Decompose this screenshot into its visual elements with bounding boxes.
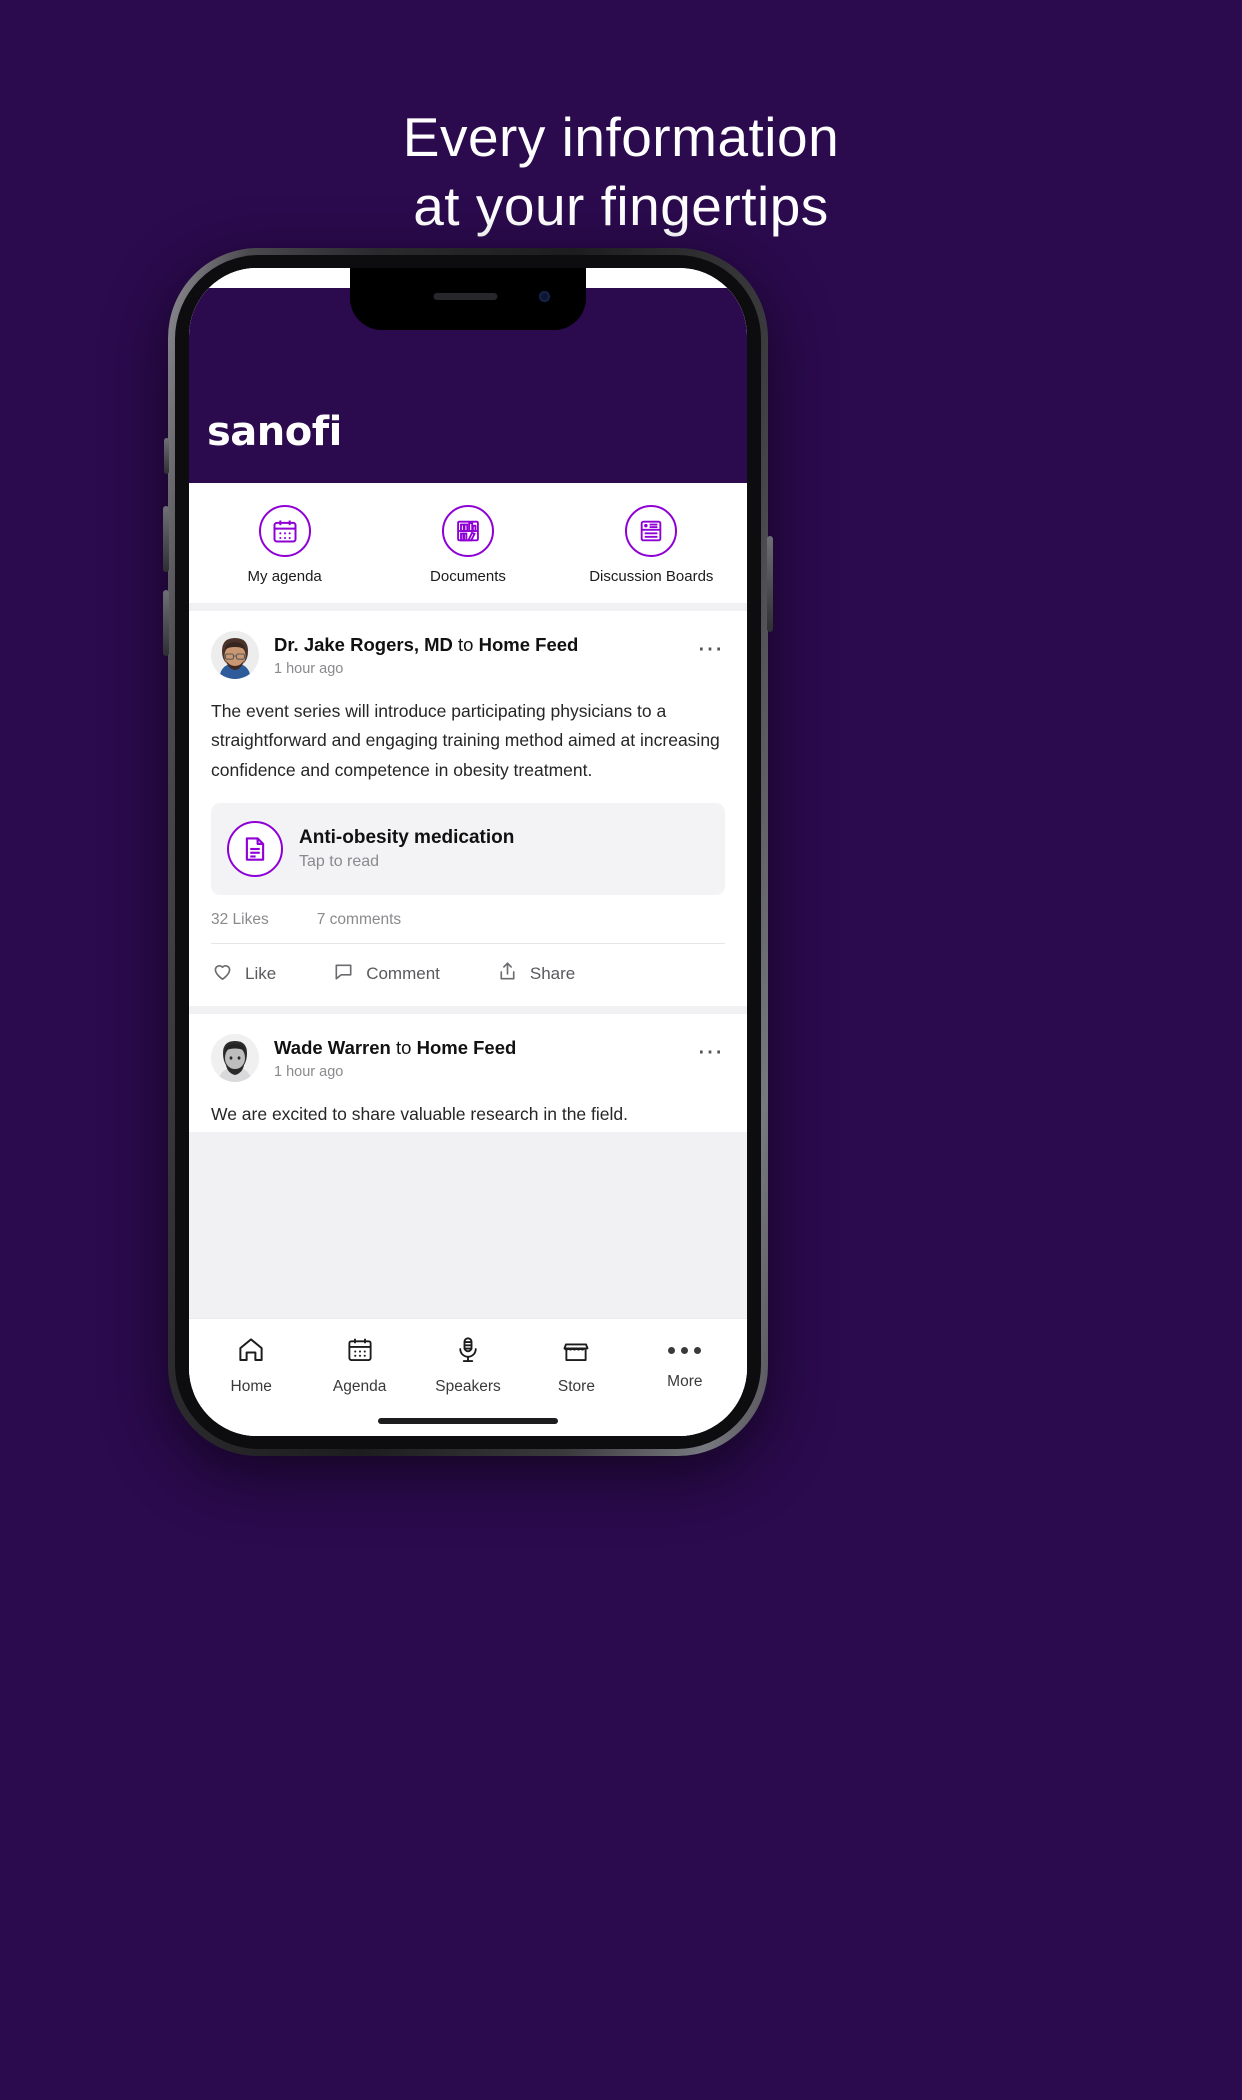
nav-label: Store [557,1378,595,1395]
discussion-board-icon [625,505,678,557]
feed-post: Dr. Jake Rogers, MD to Home Feed 1 hour … [189,611,747,1007]
attachment-title: Anti-obesity medication [299,827,515,849]
post-body: We are excited to share valuable researc… [211,1104,628,1125]
post-target: Home Feed [478,634,579,655]
post-header: Dr. Jake Rogers, MD to Home Feed 1 hour … [189,611,747,685]
share-label: Share [529,964,576,984]
sanofi-logo: sanofi [207,409,342,455]
post-author-name: Dr. Jake Rogers, MD [274,634,453,655]
volume-up-button[interactable] [163,506,169,572]
calendar-icon [345,1335,375,1370]
feed-post: Wade Warren to Home Feed 1 hour ago ⋯ We… [189,1014,747,1132]
nav-label: More [667,1373,703,1390]
post-author-line: Dr. Jake Rogers, MD to Home Feed [274,633,697,656]
home-bar [378,1418,558,1424]
post-engagement-counts: 32 Likes 7 comments [189,895,747,943]
home-indicator[interactable] [189,1406,747,1436]
heart-icon [211,960,234,988]
quick-actions-bar: My agenda Documents Discussion Boards [189,483,747,603]
like-label: Like [245,964,277,984]
ellipsis-icon[interactable]: ⋯ [697,1034,725,1064]
comments-count[interactable]: 7 comments [317,911,401,929]
home-feed[interactable]: Dr. Jake Rogers, MD to Home Feed 1 hour … [189,611,747,1318]
home-icon [236,1335,266,1370]
avatar[interactable] [211,1034,259,1083]
bottom-navigation: Home Agenda Speakers Store More [189,1318,747,1406]
app-container: sanofi My agenda Documents Discussion Bo… [189,268,747,1436]
post-preposition: to [396,1037,412,1059]
nav-item-agenda[interactable]: Agenda [305,1335,413,1396]
calendar-icon [258,505,311,557]
nav-label: Agenda [332,1378,387,1395]
post-preposition: to [458,634,474,655]
nav-item-store[interactable]: Store [522,1335,630,1396]
share-button[interactable]: Share [496,960,575,988]
post-separator [189,1006,747,1015]
phone-screen: sanofi My agenda Documents Discussion Bo… [189,268,747,1436]
marketing-headline: Every information at your fingertips [0,110,1242,248]
post-meta: Wade Warren to Home Feed 1 hour ago [274,1034,697,1080]
power-button[interactable] [767,536,773,632]
post-header: Wade Warren to Home Feed 1 hour ago ⋯ [189,1014,747,1088]
section-divider [189,603,747,611]
quick-action-documents[interactable]: Documents [376,505,559,585]
nav-item-speakers[interactable]: Speakers [414,1335,522,1396]
share-icon [496,960,519,988]
post-author-name: Wade Warren [274,1037,391,1059]
like-button[interactable]: Like [211,960,276,988]
nav-label: Speakers [435,1378,501,1395]
ellipsis-icon[interactable]: ⋯ [697,631,725,661]
comment-label: Comment [366,964,440,984]
quick-action-label: My agenda [247,568,322,585]
headline-line-1: Every information [402,106,840,168]
post-meta: Dr. Jake Rogers, MD to Home Feed 1 hour … [274,631,697,677]
quick-action-my-agenda[interactable]: My agenda [193,505,376,585]
bookshelf-icon [441,505,494,557]
post-timestamp: 1 hour ago [274,661,344,678]
attachment-text: Anti-obesity medication Tap to read [299,827,514,871]
post-timestamp: 1 hour ago [274,1064,344,1081]
post-action-bar: Like Comment Share [189,944,747,1006]
ellipsis-icon [668,1335,702,1365]
nav-label: Home [230,1378,272,1395]
comment-button[interactable]: Comment [332,960,440,988]
document-icon [227,821,283,878]
headline-line-2: at your fingertips [413,175,829,237]
nav-item-more[interactable]: More [631,1335,739,1396]
post-body: The event series will introduce particip… [211,701,720,780]
attachment-subtitle: Tap to read [299,853,380,871]
post-attachment-card[interactable]: Anti-obesity medication Tap to read [211,803,725,896]
avatar[interactable] [211,631,259,679]
front-camera-icon [539,291,550,302]
quick-action-discussion-boards[interactable]: Discussion Boards [560,505,743,585]
post-target: Home Feed [416,1037,517,1059]
likes-count[interactable]: 32 Likes [211,911,269,929]
volume-down-button[interactable] [163,590,169,656]
mute-switch[interactable] [164,438,169,474]
post-author-line: Wade Warren to Home Feed [274,1036,697,1059]
speech-bubble-icon [332,960,355,988]
phone-mockup: sanofi My agenda Documents Discussion Bo… [163,248,773,1456]
storefront-icon [561,1335,591,1370]
quick-action-label: Discussion Boards [589,568,714,585]
earpiece-speaker [433,293,498,300]
microphone-icon [453,1335,483,1370]
nav-item-home[interactable]: Home [197,1335,305,1396]
phone-notch [350,268,586,330]
quick-action-label: Documents [430,568,506,585]
